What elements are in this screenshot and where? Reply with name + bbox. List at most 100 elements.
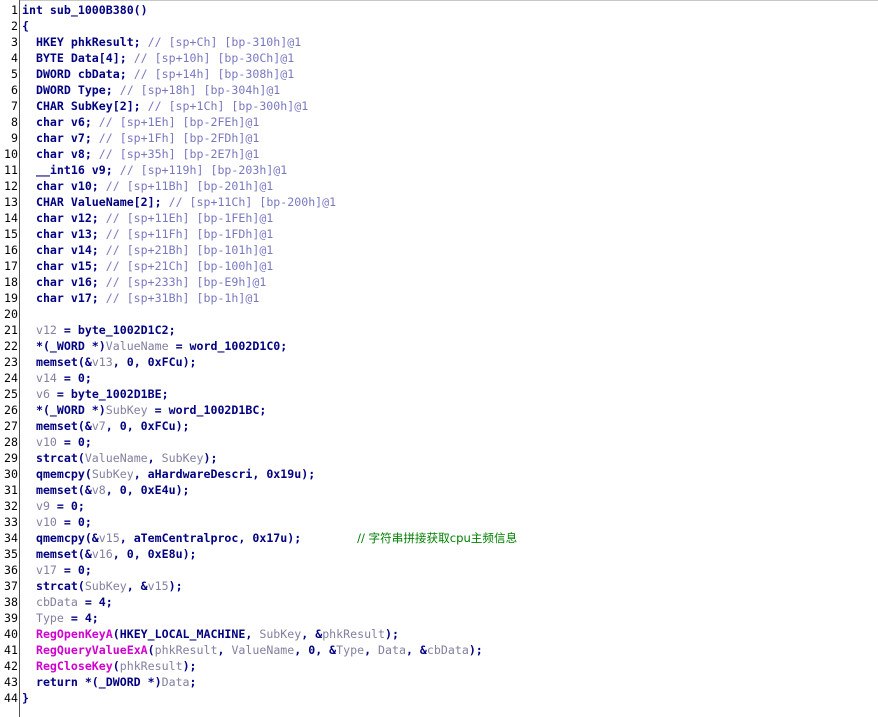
line-number: 17	[4, 259, 18, 273]
variable-token: phkResult	[154, 643, 218, 657]
code-token: strcat(	[22, 451, 85, 465]
code-line[interactable]: 10 char v8; // [sp+35h] [bp-2E7h]@1	[0, 146, 878, 162]
code-line[interactable]: 9 char v7; // [sp+1Fh] [bp-2FDh]@1	[0, 130, 878, 146]
variable-token: SubKey	[259, 627, 302, 641]
variable-token: phkResult	[322, 627, 386, 641]
code-token: memset(&	[22, 547, 92, 561]
code-comment: // [sp+10h] [bp-30Ch]@1	[133, 51, 295, 65]
line-number: 9	[11, 131, 18, 145]
code-comment: // [sp+1Ch] [bp-300h]@1	[147, 99, 309, 113]
code-line[interactable]: 20	[0, 306, 878, 322]
line-number: 38	[4, 595, 18, 609]
code-line[interactable]: 12 char v10; // [sp+11Bh] [bp-201h]@1	[0, 178, 878, 194]
code-text: char v16; // [sp+233h] [bp-E9h]@1	[22, 274, 266, 290]
line-number: 21	[4, 323, 18, 337]
variable-token: v14	[35, 371, 57, 385]
code-line[interactable]: 14 char v12; // [sp+11Eh] [bp-1FEh]@1	[0, 210, 878, 226]
code-token: = byte_1002D1C2;	[56, 323, 176, 337]
code-line[interactable]: 33 v10 = 0;	[0, 514, 878, 530]
code-line[interactable]: 36 v17 = 0;	[0, 562, 878, 578]
code-line[interactable]: 13 CHAR ValueName[2]; // [sp+11Ch] [bp-2…	[0, 194, 878, 210]
code-line[interactable]: 35 memset(&v16, 0, 0xE8u);	[0, 546, 878, 562]
code-token: strcat(	[22, 579, 85, 593]
code-text: *(_WORD *)ValueName = word_1002D1C0;	[22, 338, 287, 354]
line-number: 5	[11, 67, 18, 81]
code-token: = 0;	[56, 515, 92, 529]
code-line[interactable]: 30 qmemcpy(SubKey, aHardwareDescri, 0x19…	[0, 466, 878, 482]
code-text: memset(&v7, 0, 0xFCu);	[22, 418, 190, 434]
code-line[interactable]: 42 RegCloseKey(phkResult);	[0, 658, 878, 674]
code-line[interactable]: 5 DWORD cbData; // [sp+14h] [bp-308h]@1	[0, 66, 878, 82]
code-line[interactable]: 21 v12 = byte_1002D1C2;	[0, 322, 878, 338]
line-number: 24	[4, 371, 18, 385]
line-number: 16	[4, 243, 18, 257]
code-line[interactable]: 11 __int16 v9; // [sp+119h] [bp-203h]@1	[0, 162, 878, 178]
code-line[interactable]: 40 RegOpenKeyA(HKEY_LOCAL_MACHINE, SubKe…	[0, 626, 878, 642]
code-text: strcat(ValueName, SubKey);	[22, 450, 218, 466]
code-text: CHAR ValueName[2]; // [sp+11Ch] [bp-200h…	[22, 194, 336, 210]
code-line[interactable]: 29 strcat(ValueName, SubKey);	[0, 450, 878, 466]
code-line[interactable]: 38 cbData = 4;	[0, 594, 878, 610]
code-line[interactable]: 22 *(_WORD *)ValueName = word_1002D1C0;	[0, 338, 878, 354]
code-token: }	[22, 691, 29, 705]
variable-token: ValueName	[105, 339, 169, 353]
code-line[interactable]: 8 char v6; // [sp+1Eh] [bp-2FEh]@1	[0, 114, 878, 130]
code-token: CHAR ValueName[2];	[22, 195, 169, 209]
api-call-token: RegOpenKeyA	[35, 627, 113, 641]
code-text: v10 = 0;	[22, 514, 92, 530]
code-token: *(_WORD *)	[22, 403, 106, 417]
code-line[interactable]: 32 v9 = 0;	[0, 498, 878, 514]
code-token: , &	[405, 643, 427, 657]
line-number: 13	[4, 195, 18, 209]
code-token: ;	[189, 675, 197, 689]
code-line[interactable]: 25 v6 = byte_1002D1BE;	[0, 386, 878, 402]
code-text: char v10; // [sp+11Bh] [bp-201h]@1	[22, 178, 273, 194]
code-token: ,	[364, 643, 379, 657]
code-line[interactable]: 43 return *(_DWORD *)Data;	[0, 674, 878, 690]
code-line[interactable]: 28 v10 = 0;	[0, 434, 878, 450]
code-line[interactable]: 41 RegQueryValueExA(phkResult, ValueName…	[0, 642, 878, 658]
code-line[interactable]: 4 BYTE Data[4]; // [sp+10h] [bp-30Ch]@1	[0, 50, 878, 66]
code-line[interactable]: 34 qmemcpy(&v15, aTemCentralproc, 0x17u)…	[0, 530, 878, 546]
code-token: char v10;	[22, 179, 106, 193]
code-token: *(_WORD *)	[22, 339, 106, 353]
code-line[interactable]: 2{	[0, 18, 878, 34]
variable-token: SubKey	[91, 467, 134, 481]
code-line[interactable]: 3 HKEY phkResult; // [sp+Ch] [bp-310h]@1	[0, 34, 878, 50]
code-token: char v8;	[22, 147, 99, 161]
code-text: v12 = byte_1002D1C2;	[22, 322, 176, 338]
variable-token: v7	[91, 419, 106, 433]
code-line[interactable]: 1 int sub_1000B380()	[0, 2, 878, 18]
code-line[interactable]: 6 DWORD Type; // [sp+18h] [bp-304h]@1	[0, 82, 878, 98]
line-number: 10	[4, 147, 18, 161]
code-line[interactable]: 24 v14 = 0;	[0, 370, 878, 386]
code-line[interactable]: 7 CHAR SubKey[2]; // [sp+1Ch] [bp-300h]@…	[0, 98, 878, 114]
code-comment: // [sp+18h] [bp-304h]@1	[119, 83, 281, 97]
code-line[interactable]: 18 char v16; // [sp+233h] [bp-E9h]@1	[0, 274, 878, 290]
code-line[interactable]: 39 Type = 4;	[0, 610, 878, 626]
code-line[interactable]: 26 *(_WORD *)SubKey = word_1002D1BC;	[0, 402, 878, 418]
line-number: 44	[4, 691, 18, 705]
code-token: = 0;	[56, 371, 92, 385]
code-line[interactable]: 15 char v13; // [sp+11Fh] [bp-1FDh]@1	[0, 226, 878, 242]
code-line[interactable]: 37 strcat(SubKey, &v15);	[0, 578, 878, 594]
code-line[interactable]: 31 memset(&v8, 0, 0xE4u);	[0, 482, 878, 498]
code-token: char v15;	[22, 259, 106, 273]
line-number: 27	[4, 419, 18, 433]
code-line[interactable]: 27 memset(&v7, 0, 0xFCu);	[0, 418, 878, 434]
code-line[interactable]: 17 char v15; // [sp+21Ch] [bp-100h]@1	[0, 258, 878, 274]
code-line[interactable]: 44}	[0, 690, 878, 706]
code-token: DWORD Type;	[22, 83, 120, 97]
code-line[interactable]: 19 char v17; // [sp+31Bh] [bp-1h]@1	[0, 290, 878, 306]
code-token: , aTemCentralproc, 0x17u);	[119, 531, 358, 545]
code-comment: // [sp+233h] [bp-E9h]@1	[105, 275, 267, 289]
code-line[interactable]: 23 memset(&v13, 0, 0xFCu);	[0, 354, 878, 370]
code-token: memset(&	[22, 483, 92, 497]
code-line[interactable]: 16 char v14; // [sp+21Bh] [bp-101h]@1	[0, 242, 878, 258]
code-text: BYTE Data[4]; // [sp+10h] [bp-30Ch]@1	[22, 50, 294, 66]
code-token: char v16;	[22, 275, 106, 289]
code-text: int sub_1000B380()	[22, 2, 148, 18]
pseudocode-view[interactable]: 1 int sub_1000B380() 2{3 HKEY phkResult; /…	[0, 0, 878, 717]
